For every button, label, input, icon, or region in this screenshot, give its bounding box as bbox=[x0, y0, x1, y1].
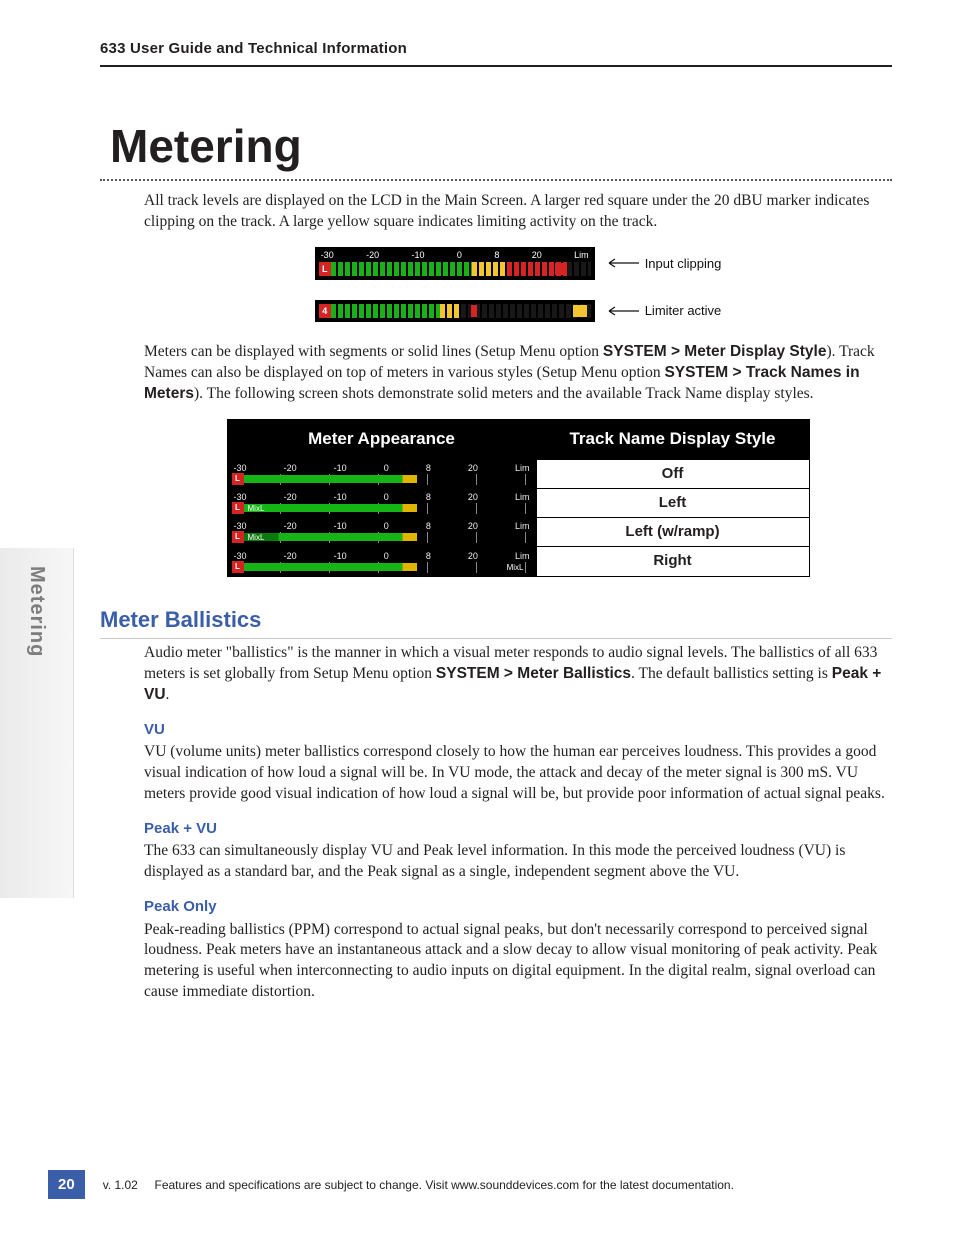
intro-paragraph: All track levels are displayed on the LC… bbox=[144, 191, 892, 233]
paragraph-meter-style: Meters can be displayed with segments or… bbox=[144, 342, 892, 405]
track-name-overlay: MixL bbox=[505, 563, 526, 572]
menu-path: SYSTEM > Meter Display Style bbox=[603, 343, 827, 360]
text: ). The following screen shots demonstrat… bbox=[194, 385, 814, 402]
version: v. 1.02 bbox=[103, 1178, 138, 1192]
tick: -10 bbox=[412, 249, 425, 261]
page: 633 User Guide and Technical Information… bbox=[0, 0, 954, 1235]
footer-note: v. 1.02 Features and specifications are … bbox=[103, 1178, 734, 1192]
table-header-appearance: Meter Appearance bbox=[227, 419, 536, 459]
meter-thumbnail: -30-20-100820Lim L MixL bbox=[227, 488, 536, 517]
callout-label: Limiter active bbox=[645, 302, 722, 320]
meter-appearance-table: Meter Appearance Track Name Display Styl… bbox=[227, 419, 810, 577]
meter-diagram: -30 -20 -10 0 8 20 Lim L bbox=[144, 247, 892, 322]
text: Meters can be displayed with segments or… bbox=[144, 343, 603, 360]
meter-box: 4 bbox=[315, 300, 595, 322]
callout-label: Input clipping bbox=[645, 255, 722, 273]
track-name-overlay: MixL bbox=[246, 533, 267, 542]
subheading-peak-vu: Peak + VU bbox=[144, 819, 892, 839]
chapter-title: Metering bbox=[100, 119, 892, 181]
diagram-row-input-clipping: -30 -20 -10 0 8 20 Lim L bbox=[315, 247, 722, 280]
peak-paragraph: Peak-reading ballistics (PPM) correspond… bbox=[144, 920, 892, 1004]
meter-thumbnail: -30-20-100820Lim L bbox=[227, 459, 536, 488]
peak-segment bbox=[471, 305, 477, 317]
callout: Limiter active bbox=[603, 302, 722, 320]
section-tab: Metering bbox=[0, 548, 74, 898]
text: . The default ballistics setting is bbox=[631, 665, 832, 682]
ballistics-intro: Audio meter "ballistics" is the manner i… bbox=[144, 643, 892, 706]
arrow-left-icon bbox=[603, 306, 639, 316]
table-row: -30-20-100820Lim L Off bbox=[227, 459, 809, 488]
meter-scale: -30 -20 -10 0 8 20 Lim bbox=[319, 249, 591, 262]
table-row: -30-20-100820Lim L MixL Left (w/ramp) bbox=[227, 518, 809, 547]
page-number: 20 bbox=[48, 1170, 85, 1199]
tick: 8 bbox=[494, 249, 499, 261]
channel-badge: 4 bbox=[319, 304, 331, 318]
subheading-vu: VU bbox=[144, 720, 892, 740]
callout: Input clipping bbox=[603, 255, 722, 273]
style-name: Off bbox=[536, 459, 809, 488]
diagram-row-limiter-active: 4 Limiter active bbox=[315, 300, 722, 322]
tick: Lim bbox=[574, 249, 589, 261]
section-heading-ballistics: Meter Ballistics bbox=[100, 605, 892, 640]
tick: 20 bbox=[532, 249, 542, 261]
page-footer: 20 v. 1.02 Features and specifications a… bbox=[0, 1170, 892, 1199]
clip-indicator bbox=[555, 263, 567, 275]
section-tab-label: Metering bbox=[25, 566, 48, 657]
meter-bar: 4 bbox=[319, 304, 591, 318]
body-content: All track levels are displayed on the LC… bbox=[100, 191, 892, 1003]
peakvu-paragraph: The 633 can simultaneously display VU an… bbox=[144, 841, 892, 883]
running-header: 633 User Guide and Technical Information bbox=[100, 40, 892, 67]
meter-thumbnail: -30-20-100820Lim L MixL bbox=[227, 547, 536, 576]
tick: -30 bbox=[321, 249, 334, 261]
menu-path: SYSTEM > Meter Ballistics bbox=[436, 665, 631, 682]
channel-badge: L bbox=[319, 262, 331, 276]
disclaimer: Features and specifications are subject … bbox=[155, 1178, 734, 1192]
table-header-style: Track Name Display Style bbox=[536, 419, 809, 459]
limiter-indicator bbox=[573, 305, 587, 317]
meter-bar: L bbox=[319, 262, 591, 276]
style-name: Right bbox=[536, 547, 809, 576]
tick: -20 bbox=[366, 249, 379, 261]
meter-thumbnail: -30-20-100820Lim L MixL bbox=[227, 518, 536, 547]
text: . bbox=[166, 686, 170, 703]
vu-paragraph: VU (volume units) meter ballistics corre… bbox=[144, 742, 892, 805]
table-row: -30-20-100820Lim L MixL Left bbox=[227, 488, 809, 517]
style-name: Left bbox=[536, 488, 809, 517]
meter-box: -30 -20 -10 0 8 20 Lim L bbox=[315, 247, 595, 280]
track-name-overlay: MixL bbox=[246, 504, 267, 513]
arrow-left-icon bbox=[603, 258, 639, 268]
subheading-peak-only: Peak Only bbox=[144, 897, 892, 917]
table-row: -30-20-100820Lim L MixL Right bbox=[227, 547, 809, 576]
style-name: Left (w/ramp) bbox=[536, 518, 809, 547]
tick: 0 bbox=[457, 249, 462, 261]
